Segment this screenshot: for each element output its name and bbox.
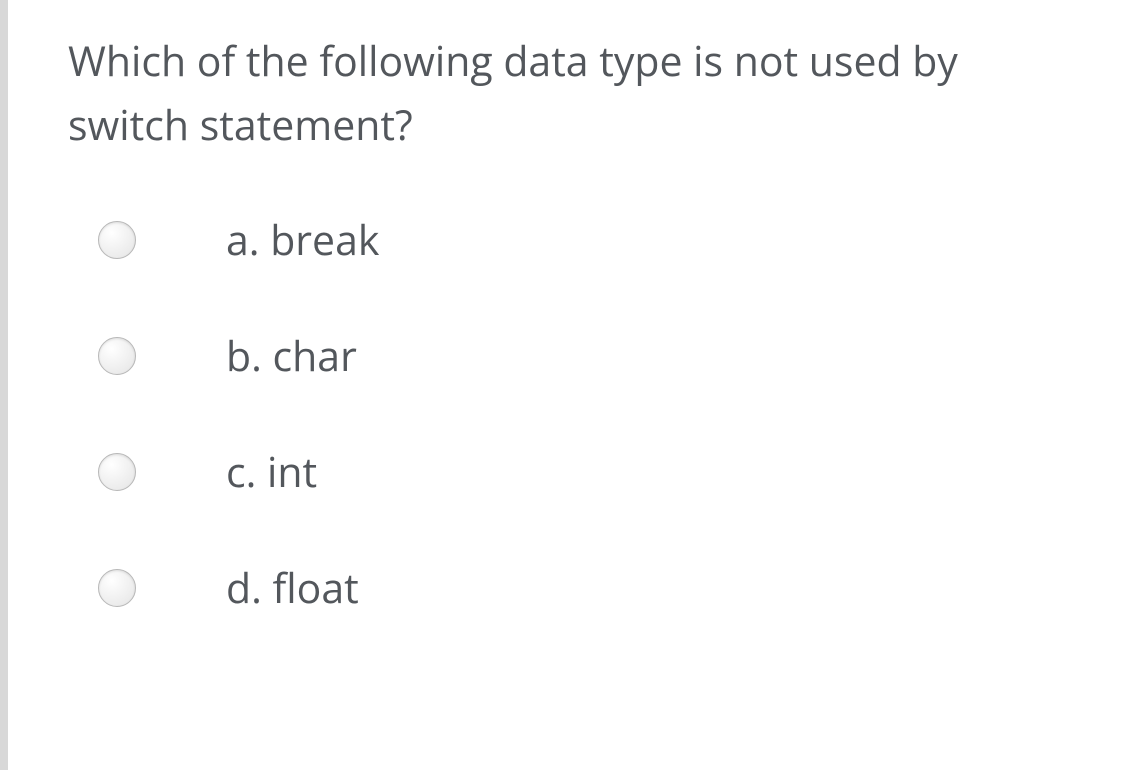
question-text: Which of the following data type is not …: [68, 30, 1085, 157]
option-label: b. char: [226, 328, 357, 384]
option-c[interactable]: c. int: [98, 444, 1085, 500]
option-label: a. break: [226, 212, 379, 268]
radio-icon[interactable]: [98, 221, 136, 259]
option-d[interactable]: d. float: [98, 560, 1085, 616]
question-block: Which of the following data type is not …: [0, 0, 1125, 770]
radio-icon[interactable]: [98, 337, 136, 375]
option-a[interactable]: a. break: [98, 212, 1085, 268]
radio-icon[interactable]: [98, 453, 136, 491]
option-label: d. float: [226, 560, 359, 616]
option-b[interactable]: b. char: [98, 328, 1085, 384]
radio-icon[interactable]: [98, 569, 136, 607]
options-list: a. break b. char c. int d. float: [68, 212, 1085, 616]
option-label: c. int: [226, 444, 317, 500]
